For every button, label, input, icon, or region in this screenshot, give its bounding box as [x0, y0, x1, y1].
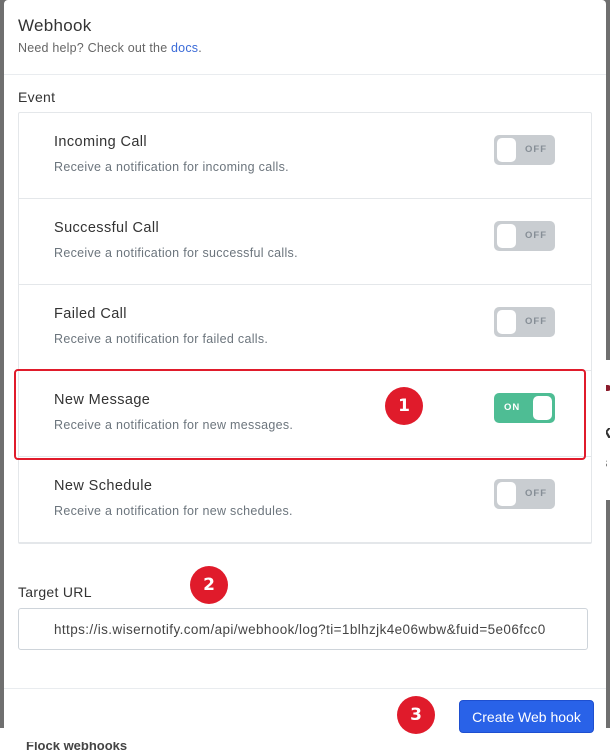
create-webhook-button[interactable]: Create Web hook [459, 700, 594, 733]
help-text: Need help? Check out the docs. [18, 41, 592, 55]
target-url-input[interactable] [18, 608, 588, 650]
toggle-knob [497, 482, 516, 506]
annotation-badge-1: 1 [385, 387, 423, 425]
toggle-knob [497, 224, 516, 248]
failed-call-toggle[interactable]: OFF [494, 307, 555, 337]
incoming-call-toggle[interactable]: OFF [494, 135, 555, 165]
event-row-incoming-call: Incoming Call Receive a notification for… [19, 113, 591, 199]
toggle-knob [497, 310, 516, 334]
annotation-badge-3: 3 [397, 696, 435, 734]
event-row-failed-call: Failed Call Receive a notification for f… [19, 285, 591, 371]
event-row-new-message: New Message Receive a notification for n… [19, 371, 591, 457]
help-suffix: . [198, 41, 202, 55]
help-prefix: Need help? Check out the [18, 41, 168, 55]
toggle-state-label: OFF [525, 488, 547, 499]
toggle-state-label: OFF [525, 144, 547, 155]
modal-title: Webhook [18, 16, 92, 35]
modal-footer: Create Web hook [4, 688, 606, 742]
modal-body: Event Incoming Call Receive a notificati… [4, 75, 606, 650]
event-section-label: Event [18, 89, 56, 105]
target-url-label: Target URL [18, 584, 92, 600]
toggle-knob [497, 138, 516, 162]
event-row-new-schedule: New Schedule Receive a notification for … [19, 457, 591, 543]
toggle-state-label: OFF [525, 316, 547, 327]
event-row-successful-call: Successful Call Receive a notification f… [19, 199, 591, 285]
new-message-toggle[interactable]: ON [494, 393, 555, 423]
annotation-badge-2: 2 [190, 566, 228, 604]
webhook-modal: Webhook Need help? Check out the docs. E… [4, 0, 606, 742]
successful-call-toggle[interactable]: OFF [494, 221, 555, 251]
docs-link[interactable]: docs [171, 41, 198, 55]
toggle-knob [533, 396, 552, 420]
toggle-state-label: ON [504, 402, 521, 413]
toggle-state-label: OFF [525, 230, 547, 241]
new-schedule-toggle[interactable]: OFF [494, 479, 555, 509]
event-list: Incoming Call Receive a notification for… [14, 112, 592, 544]
modal-header: Webhook Need help? Check out the docs. [4, 0, 606, 75]
